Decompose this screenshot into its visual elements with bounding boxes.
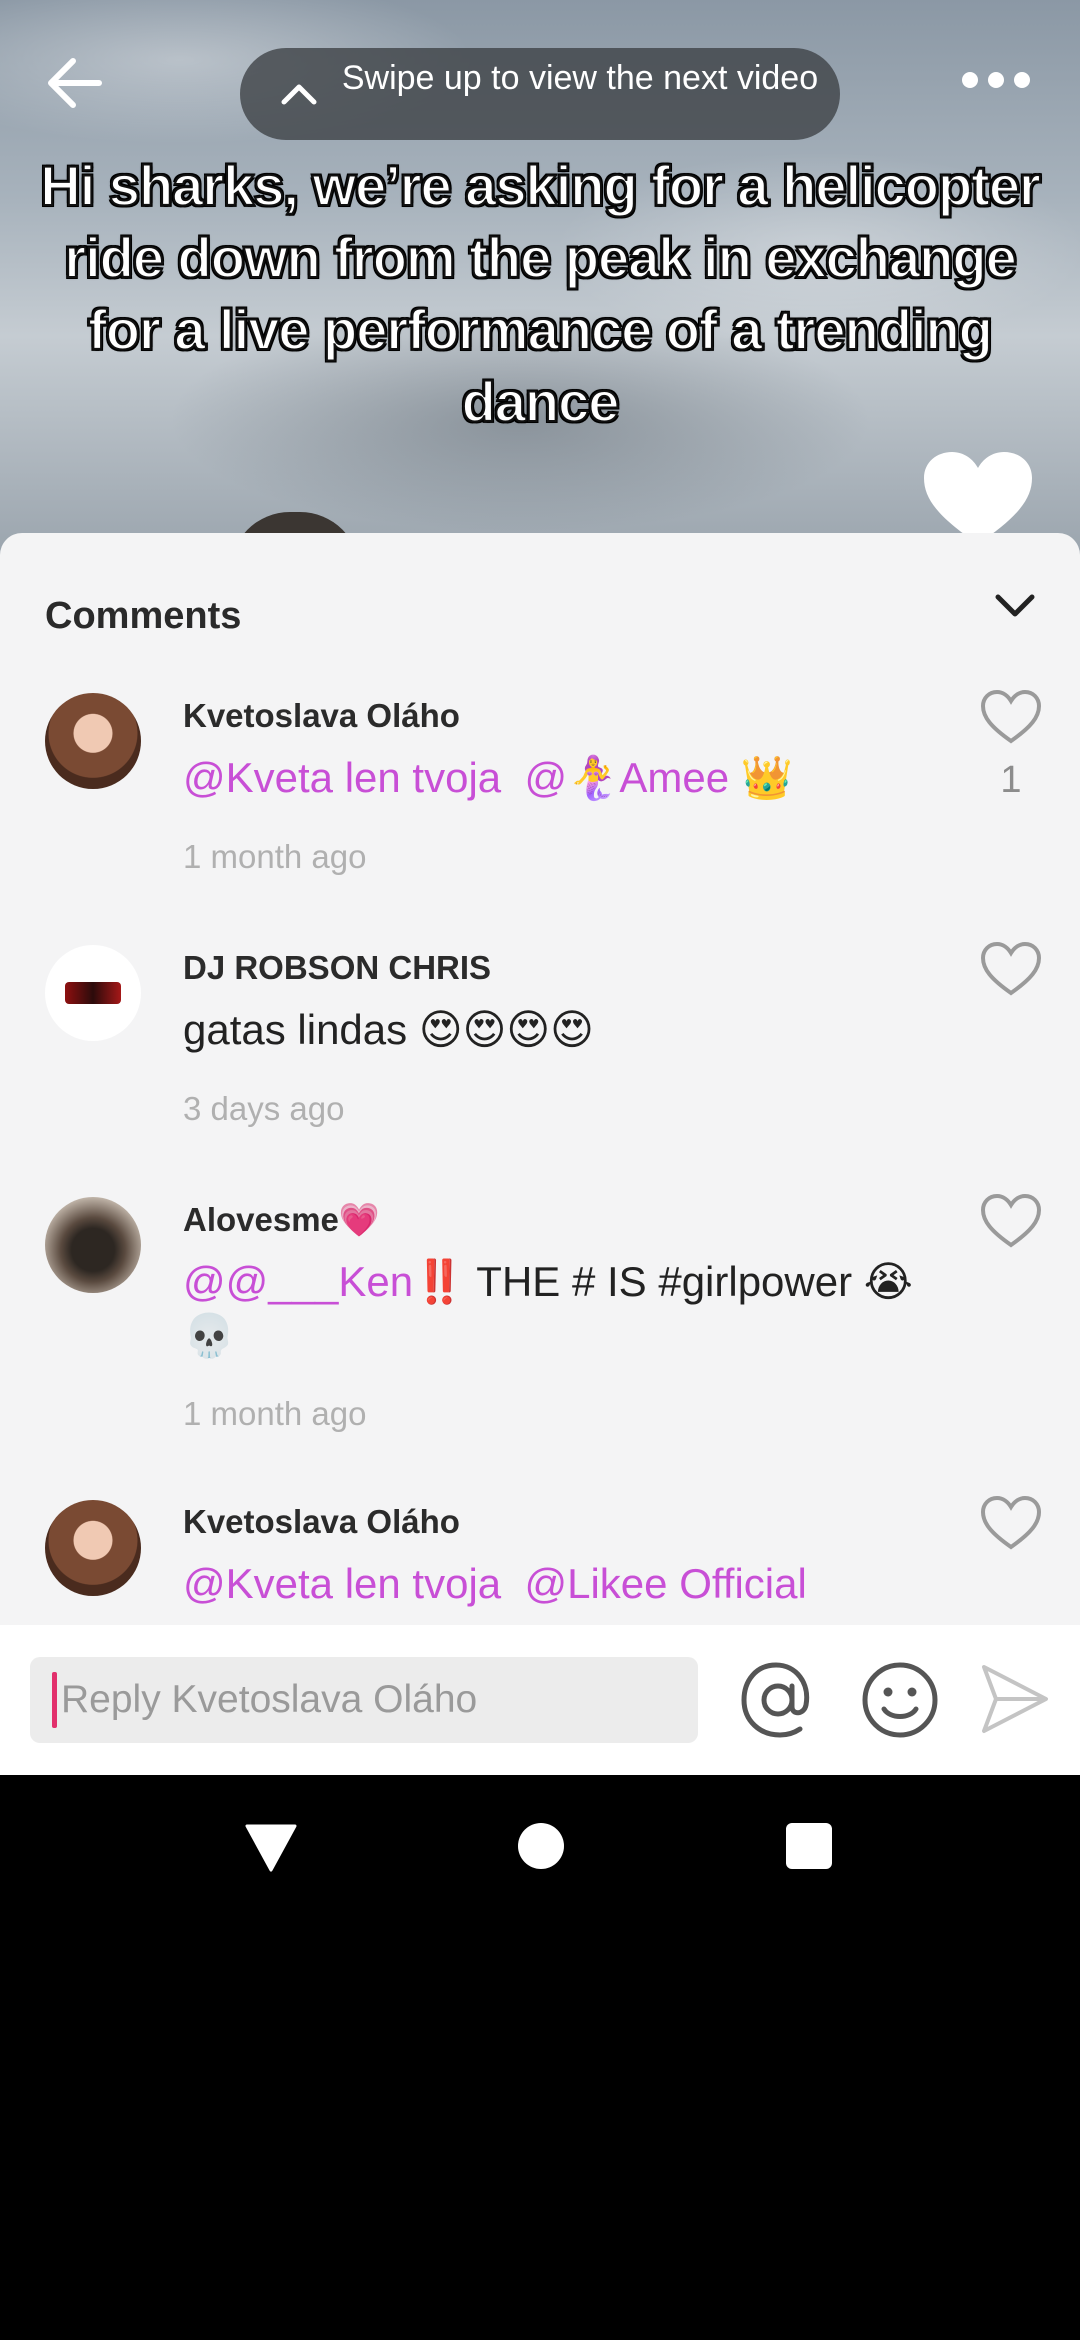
more-dot-icon	[1014, 72, 1030, 88]
heart-outline-icon[interactable]	[980, 1193, 1042, 1249]
like-count: 1	[1000, 759, 1022, 801]
more-dot-icon	[962, 72, 978, 88]
chevron-up-icon	[281, 84, 317, 105]
back-button[interactable]	[40, 48, 110, 118]
heart-outline-icon[interactable]	[980, 941, 1042, 997]
comment-time: 1 month ago	[183, 838, 367, 875]
comment-username[interactable]: Kvetoslava Oláho	[183, 1503, 460, 1541]
mention-link[interactable]: @Kveta len tvoja	[183, 1560, 501, 1607]
avatar[interactable]	[45, 1500, 141, 1596]
comment-username[interactable]: Kvetoslava Oláho	[183, 697, 460, 735]
avatar[interactable]	[45, 945, 141, 1041]
mention-link[interactable]: @Kveta len tvoja	[183, 754, 501, 801]
mention-link[interactable]: @🧜‍♀️Amee	[524, 754, 729, 801]
emoji-smiley-icon[interactable]	[860, 1657, 940, 1743]
avatar[interactable]	[45, 1197, 141, 1293]
dj-logo-icon	[65, 982, 121, 1004]
arrow-left-icon	[48, 58, 102, 108]
swipe-hint-text: Swipe up to view the next video	[341, 59, 819, 97]
video-caption: Hi sharks, we’re asking for a helicopter…	[39, 153, 1042, 434]
system-nav-bar	[0, 1775, 1080, 1925]
mention-link[interactable]: @Likee Official	[524, 1560, 806, 1607]
reply-placeholder: Reply Kvetoslava Oláho	[61, 1678, 478, 1721]
reply-bar: Reply Kvetoslava Oláho	[0, 1625, 1080, 1775]
chevron-down-icon[interactable]	[990, 581, 1040, 631]
video-player[interactable]: Swipe up to view the next video Hi shark…	[0, 0, 1080, 560]
comment-time: 3 days ago	[183, 1090, 345, 1127]
comment-text: @Kveta len tvoja @🧜‍♀️Amee 👑	[183, 751, 943, 805]
avatar[interactable]	[45, 693, 141, 789]
more-options-button[interactable]	[956, 60, 1036, 100]
comment-text: gatas lindas 😍😍😍😍	[183, 1006, 594, 1053]
nav-home-icon[interactable]	[518, 1823, 564, 1869]
nav-recents-icon[interactable]	[786, 1823, 832, 1869]
nav-back-triangle-icon[interactable]	[243, 1822, 299, 1874]
comments-title: Comments	[45, 595, 242, 637]
more-dot-icon	[988, 72, 1004, 88]
swipe-up-hint[interactable]: Swipe up to view the next video	[240, 48, 840, 140]
comments-sheet: Comments Kvetoslava Oláho @Kveta len tvo…	[0, 533, 1080, 1625]
comment-text: @@___Ken‼️ THE # IS #girlpower 😭💀	[183, 1255, 943, 1363]
reply-input[interactable]: Reply Kvetoslava Oláho	[30, 1657, 698, 1743]
comment-emoji: 👑	[740, 754, 794, 801]
comment-time: 1 month ago	[183, 1395, 367, 1432]
heart-outline-icon[interactable]	[980, 1495, 1042, 1551]
text-caret	[52, 1672, 57, 1728]
mention-at-icon[interactable]	[738, 1655, 818, 1745]
send-icon[interactable]	[978, 1659, 1050, 1739]
comment-username[interactable]: DJ ROBSON CHRIS	[183, 949, 491, 987]
mention-link[interactable]: @@___Ken	[183, 1258, 413, 1305]
comment-text: @Kveta len tvoja @Likee Official	[183, 1557, 943, 1611]
comment-username[interactable]: Alovesme💗	[183, 1201, 380, 1240]
heart-outline-icon[interactable]	[980, 689, 1042, 745]
